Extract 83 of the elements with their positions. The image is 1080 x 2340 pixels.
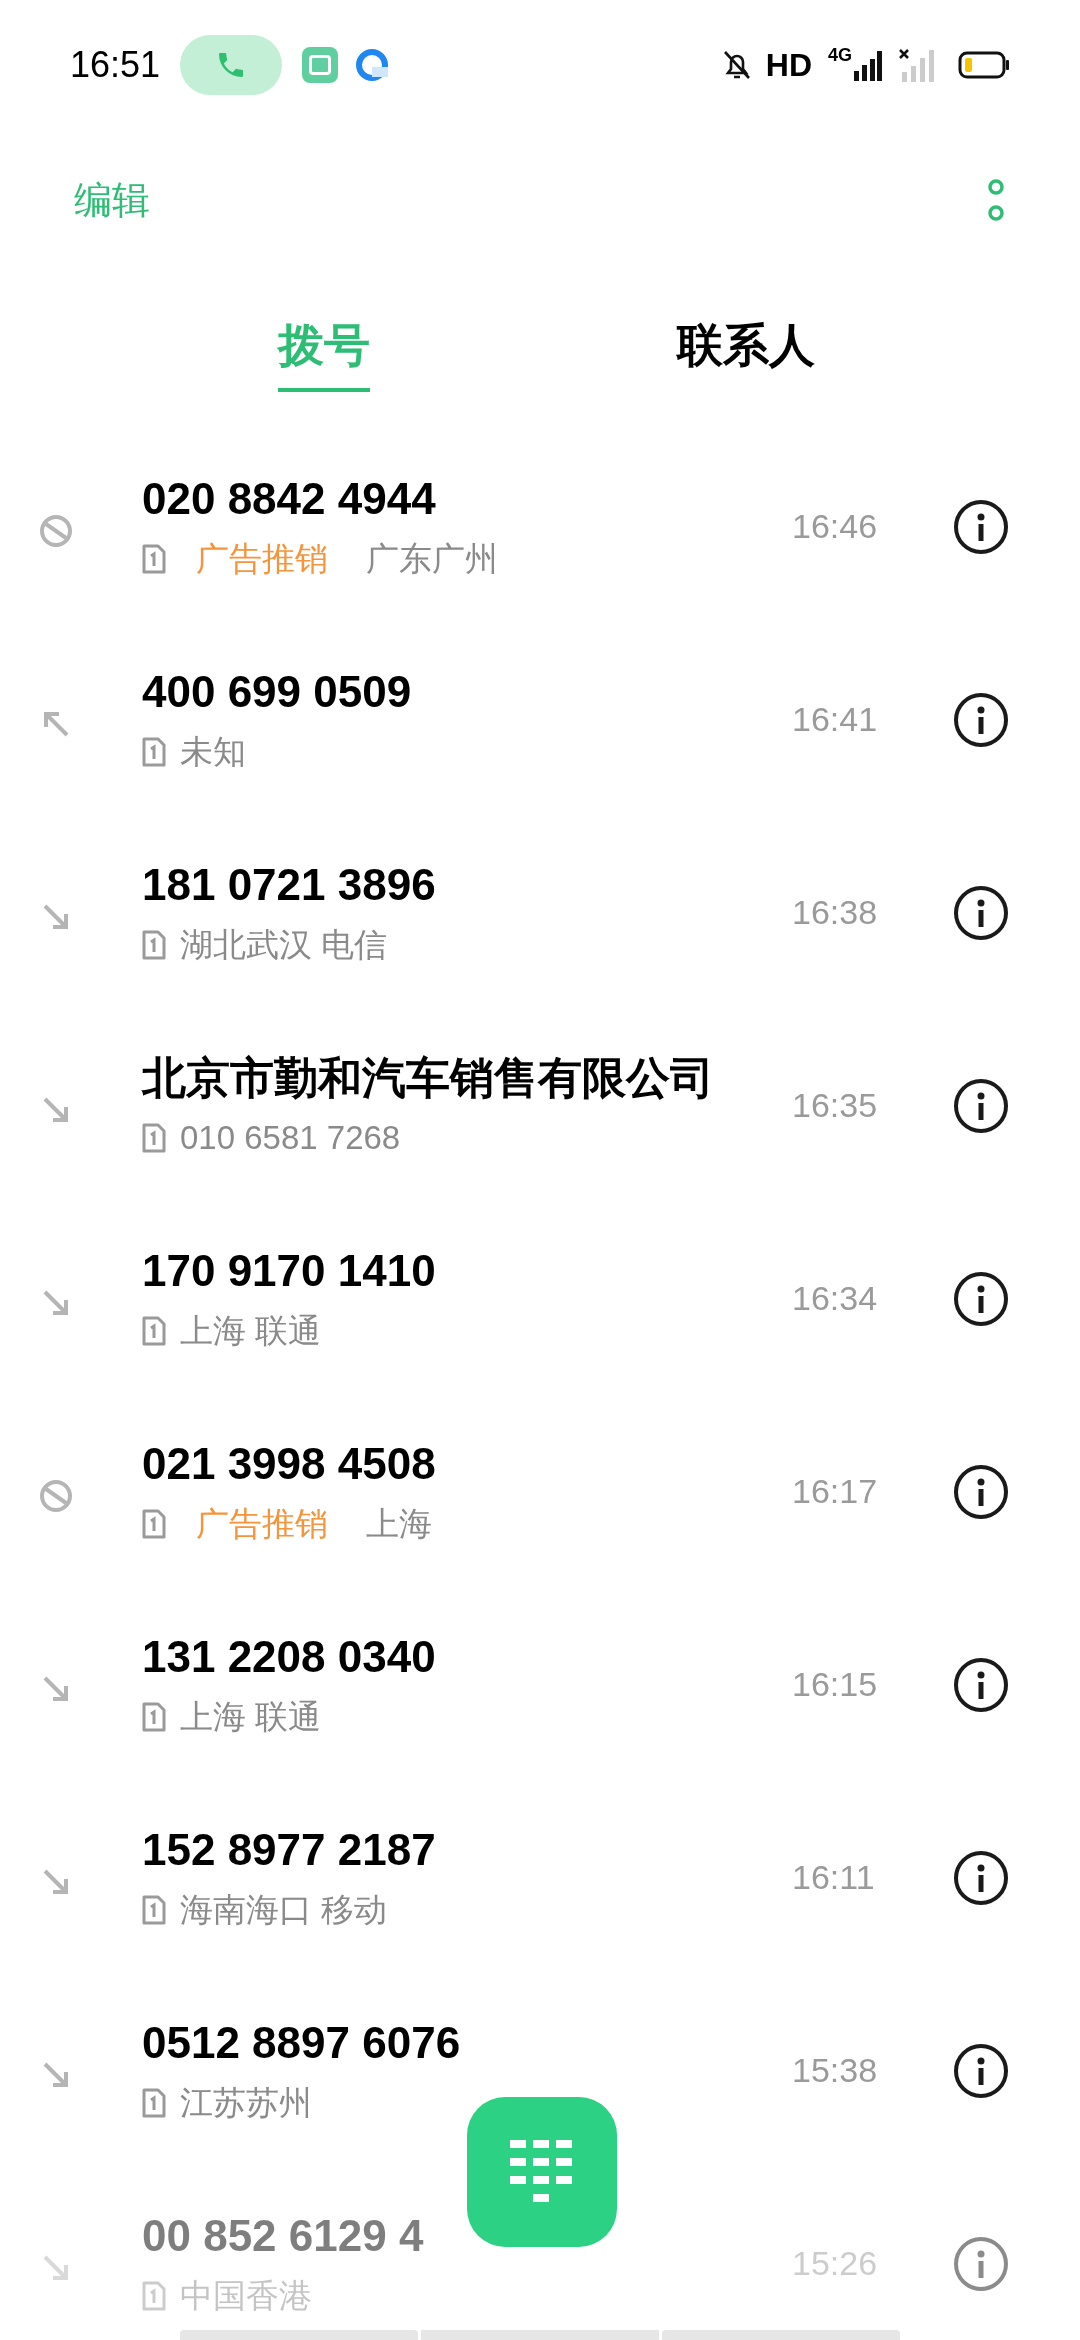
info-button[interactable] (954, 1850, 1008, 1905)
sim-card-icon (142, 2087, 166, 2118)
call-time: 16:35 (792, 1085, 879, 1126)
info-button[interactable] (954, 1464, 1008, 1519)
blocked-icon (39, 1478, 73, 1513)
caller-detail: 广东广州 (366, 538, 498, 579)
info-button[interactable] (954, 1078, 1008, 1133)
call-time: 16:15 (792, 1664, 879, 1705)
blocked-icon (39, 513, 73, 548)
arrow-down-right-icon (43, 1289, 69, 1316)
caller-detail: 上海 (366, 1503, 432, 1544)
caller-detail: 010 6581 7268 (180, 1117, 401, 1158)
sim-card-icon (142, 543, 166, 574)
dialpad-icon (510, 2140, 574, 2204)
sim-card-icon (142, 1701, 166, 1732)
edit-button[interactable]: 编辑 (74, 171, 150, 229)
sim-card-icon (142, 2280, 166, 2311)
call-time: 16:38 (792, 892, 879, 933)
caller-detail: 上海 联通 (180, 1696, 322, 1737)
call-time: 16:11 (792, 1857, 876, 1898)
info-icon (976, 1670, 986, 1699)
info-icon (976, 1091, 986, 1120)
caller-detail: 上海 联通 (180, 1310, 322, 1351)
call-time: 16:34 (792, 1278, 879, 1319)
arrow-down-right-icon (43, 903, 69, 930)
arrow-down-right-icon (43, 1675, 69, 1702)
sim-card-icon (142, 1508, 166, 1539)
bell-off-icon (721, 49, 752, 81)
arrow-down-right-icon (43, 2061, 69, 2088)
arrow-down-right-icon (43, 2254, 69, 2281)
info-icon (976, 1284, 986, 1313)
caller-detail: 海南海口 移动 (180, 1889, 388, 1930)
call-time: 15:38 (792, 2050, 879, 2091)
sim-card-icon (142, 736, 166, 767)
clock: 16:51 (70, 43, 161, 87)
browser-icon (354, 47, 391, 83)
sim-card-icon (142, 1315, 166, 1346)
caller-name: 北京市勤和汽车销售有限公司 (142, 1051, 715, 1104)
info-icon (976, 705, 986, 734)
call-time: 16:46 (792, 506, 879, 547)
no-signal-icon (898, 48, 936, 82)
caller-detail: 中国香港 (180, 2275, 312, 2316)
info-icon (976, 898, 986, 927)
tab[interactable]: 拨号 (278, 270, 370, 392)
caller-detail: 湖北武汉 电信 (180, 924, 388, 965)
arrow-up-left-icon (43, 710, 69, 737)
call-time: 16:41 (792, 699, 879, 740)
info-button[interactable] (954, 499, 1008, 554)
network-type: 4G (828, 44, 852, 67)
caller-name: 152 8977 2187 (142, 1823, 437, 1876)
arrow-down-right-icon (43, 1096, 69, 1123)
info-button[interactable] (954, 692, 1008, 747)
info-button[interactable] (954, 2043, 1008, 2098)
info-button[interactable] (954, 1657, 1008, 1712)
sim-card-icon (142, 929, 166, 960)
caller-name: 021 3998 4508 (142, 1437, 437, 1490)
spam-tag: 广告推销 (196, 1498, 328, 1549)
hd-indicator: HD (765, 46, 812, 85)
arrow-down-right-icon (43, 1868, 69, 1895)
caller-name: 170 9170 1410 (142, 1244, 437, 1297)
info-icon (976, 2249, 986, 2278)
info-button[interactable] (954, 885, 1008, 940)
info-icon (976, 2056, 986, 2085)
spam-tag: 广告推销 (196, 533, 328, 584)
app-icon (302, 47, 339, 83)
caller-name: 0512 8897 6076 (142, 2016, 462, 2069)
caller-name: 020 8842 4944 (142, 472, 437, 525)
battery-icon (958, 51, 1010, 79)
caller-detail: 未知 (180, 731, 246, 772)
info-icon (976, 1863, 986, 1892)
caller-name: 131 2208 0340 (142, 1630, 437, 1683)
info-icon (976, 512, 986, 541)
signal-icon (854, 49, 882, 81)
sim-card-icon (142, 1122, 166, 1153)
tab[interactable]: 联系人 (677, 270, 815, 392)
info-icon (976, 1477, 986, 1506)
sim-card-icon (142, 1894, 166, 1925)
call-time: 16:17 (792, 1471, 879, 1512)
caller-name: 400 699 0509 (142, 665, 413, 718)
caller-name: 00 852 6129 4 (142, 2209, 425, 2262)
info-button[interactable] (954, 1271, 1008, 1326)
caller-name: 181 0721 3896 (142, 858, 437, 911)
caller-detail: 江苏苏州 (180, 2082, 312, 2123)
